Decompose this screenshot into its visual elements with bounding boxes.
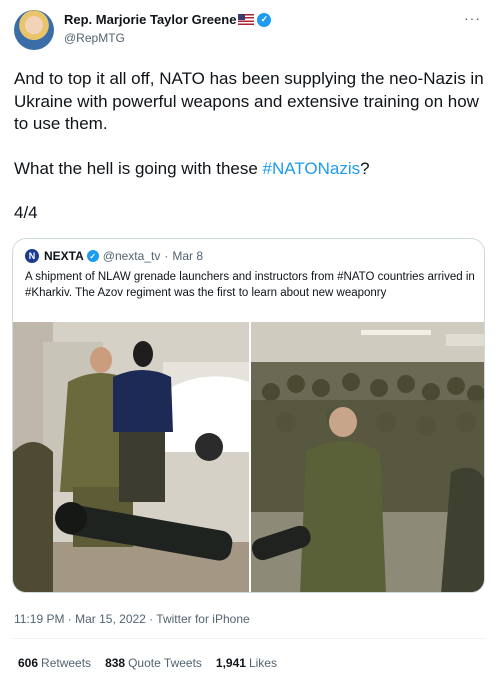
quoted-tweet-header: N NEXTA ✓ @nexta_tv · Mar 8	[25, 249, 203, 263]
quoted-author-handle[interactable]: @nexta_tv	[103, 249, 161, 263]
quote-tweets-label: Quote Tweets	[128, 656, 202, 670]
tweet-timestamp[interactable]: 11:19 PM · Mar 15, 2022 · Twitter for iP…	[14, 612, 250, 626]
retweets-count: 606	[18, 656, 39, 670]
author-handle[interactable]: @RepMTG	[64, 31, 125, 45]
nexta-logo-icon: N	[25, 249, 39, 263]
more-options-icon[interactable]: ···	[464, 10, 481, 26]
retweets-stat[interactable]: 606 Retweets	[18, 656, 91, 670]
tweet-header: Rep. Marjorie Taylor Greene ✓ @RepMTG ··…	[12, 10, 485, 58]
quoted-separator: ·	[164, 249, 169, 263]
photo-soldiers-with-launcher	[13, 322, 249, 592]
thread-counter: 4/4	[14, 203, 38, 222]
quote-tweets-stat[interactable]: 838 Quote Tweets	[105, 656, 202, 670]
tweet-text-paragraph-2: What the hell is going with these #NATON…	[14, 158, 489, 181]
tweet-body: And to top it all off, NATO has been sup…	[14, 68, 489, 247]
verified-badge-icon: ✓	[257, 12, 272, 27]
likes-label: Likes	[248, 656, 277, 670]
photo-azov-briefing	[251, 322, 484, 592]
divider	[12, 638, 485, 639]
verified-badge-icon: ✓	[86, 250, 99, 262]
engagement-stats: 606 Retweets 838 Quote Tweets 1,941 Likes	[18, 656, 291, 670]
quoted-photo-right[interactable]	[251, 322, 484, 592]
likes-stat[interactable]: 1,941 Likes	[216, 656, 277, 670]
avatar[interactable]	[14, 10, 54, 50]
quote-tweets-count: 838	[105, 656, 126, 670]
quoted-author-name[interactable]: NEXTA	[44, 249, 84, 263]
retweets-label: Retweets	[41, 656, 92, 670]
quoted-tweet-text: A shipment of NLAW grenade launchers and…	[25, 271, 475, 299]
tweet-text-suffix: ?	[360, 158, 370, 178]
quoted-tweet[interactable]: N NEXTA ✓ @nexta_tv · Mar 8 A shipment o…	[12, 238, 485, 593]
us-flag-icon	[238, 14, 255, 25]
tweet-text-prefix: What the hell is going with these	[14, 158, 263, 178]
likes-count: 1,941	[215, 656, 246, 670]
quoted-date[interactable]: Mar 8	[172, 249, 203, 263]
author-name[interactable]: Rep. Marjorie Taylor Greene	[64, 12, 236, 27]
author-name-row[interactable]: Rep. Marjorie Taylor Greene ✓	[64, 12, 272, 27]
hashtag-link[interactable]: #NATONazis	[263, 159, 361, 178]
quoted-photo-left[interactable]	[13, 322, 249, 592]
tweet-text-paragraph-1: And to top it all off, NATO has been sup…	[14, 69, 484, 133]
